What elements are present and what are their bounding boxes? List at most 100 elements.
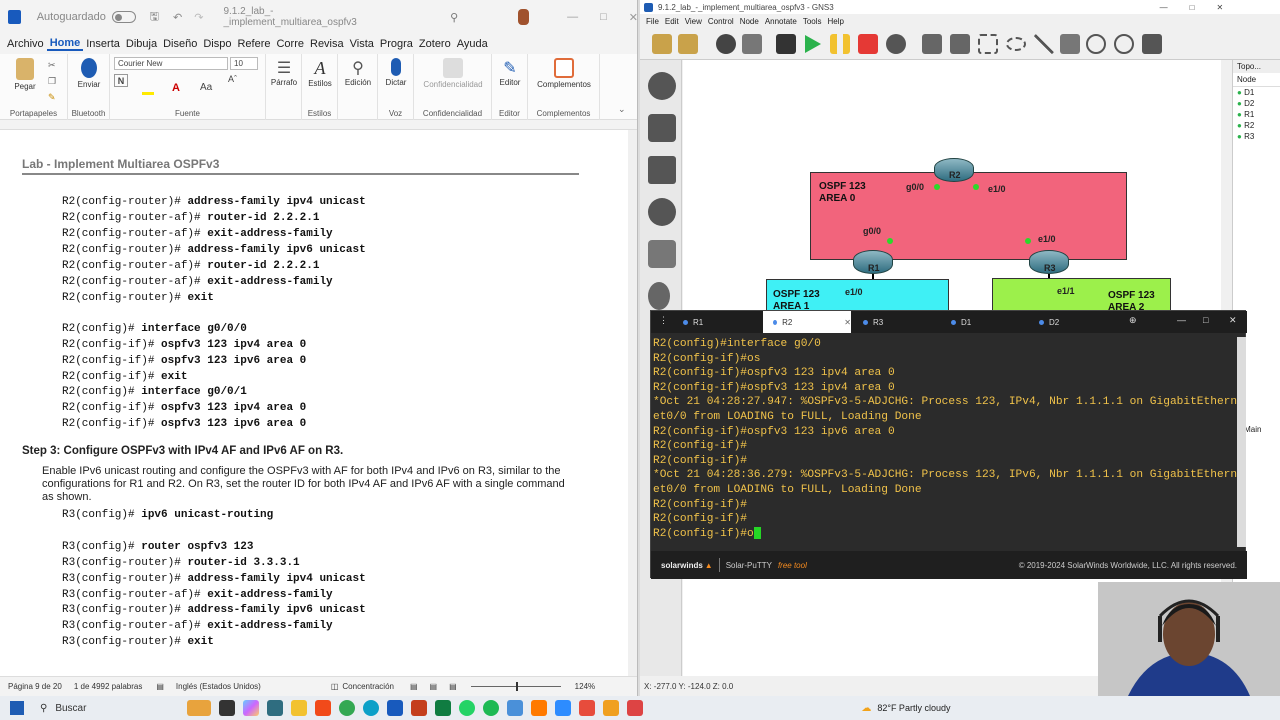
proofing-icon[interactable]: ▤ [156,682,164,691]
ribbon-collapse-icon[interactable]: ⌄ [618,104,626,115]
search-icon[interactable]: ⚲ [450,11,458,24]
snipping-tool-icon[interactable] [579,700,596,716]
search-icon[interactable]: ⚲ [40,703,47,714]
tab-disposicion[interactable]: Dispo [200,38,234,50]
tab-correspondencia[interactable]: Corre [273,38,307,50]
new-session-icon[interactable]: ⊕ [1129,315,1137,326]
styles-button[interactable]: A Estilos [304,58,336,88]
document-page[interactable]: Lab - Implement Multiarea OSPFv3 R2(conf… [0,130,628,676]
session-tab-r1[interactable]: R1 [673,311,761,333]
copy-icon[interactable]: ❐ [48,76,56,87]
snapshot-icon[interactable] [716,34,736,54]
grow-font-icon[interactable]: Aˆ [228,74,237,84]
tab-vista[interactable]: Vista [347,38,377,50]
page-count[interactable]: Página 9 de 20 [8,682,62,691]
redo-icon[interactable]: ↷ [194,11,203,24]
putty-menu-icon[interactable]: ⋮ [659,315,668,326]
end-devices-icon[interactable] [648,156,676,184]
editing-button[interactable]: ⚲ Edición [340,58,376,87]
putty-maximize-icon[interactable]: □ [1203,315,1208,325]
word-count[interactable]: 1 de 4992 palabras [74,682,143,691]
session-tab-r3[interactable]: R3 [853,311,941,333]
screenshot-icon[interactable] [1142,34,1162,54]
terminal-output[interactable]: R2(config)#interface g0/0 R2(config-if)#o… [651,337,1239,547]
tool-icon[interactable] [531,700,548,716]
security-devices-icon[interactable] [648,198,676,226]
read-mode-icon[interactable]: ▤ [410,682,418,691]
document-scrollbar[interactable] [628,130,637,676]
gns3-maximize-icon[interactable]: □ [1190,3,1195,12]
pause-icon[interactable] [830,34,850,54]
routers-icon[interactable] [648,72,676,100]
show-interface-labels-icon[interactable] [742,34,762,54]
taskbar-search-box[interactable]: Buscar [55,703,183,714]
paragraph-button[interactable]: ☰ Párrafo [268,58,300,87]
tab-home[interactable]: Home [46,37,84,51]
undo-icon[interactable]: ↶ [173,11,182,24]
change-case-icon[interactable]: Aa [200,82,212,93]
spotify-icon[interactable] [483,700,500,716]
gns3-minimize-icon[interactable]: — [1160,3,1168,12]
zoom-slider[interactable] [470,682,561,691]
cut-icon[interactable]: ✂ [48,60,56,71]
add-link-icon[interactable] [648,282,670,310]
edge-icon[interactable] [363,700,380,716]
maximize-icon[interactable]: □ [600,11,607,23]
draw-rectangle-icon[interactable] [978,34,998,54]
node-item-r3[interactable]: ● R3 [1233,131,1280,142]
tab-ayuda[interactable]: Ayuda [454,38,491,50]
focus-icon[interactable]: ◫ [331,682,339,691]
tab-zotero[interactable]: Zotero [416,38,454,50]
tab-diseno[interactable]: Diseño [160,38,200,50]
tab-archivo[interactable]: Archivo [4,38,47,50]
menu-annotate[interactable]: Annotate [765,17,797,26]
font-size-select[interactable]: 10 [230,57,258,70]
terminal-current-line[interactable]: R2(config-if)#o [653,526,1239,542]
whatsapp-icon[interactable] [459,700,476,716]
dictate-button[interactable]: Dictar [380,58,412,87]
start-icon[interactable] [805,35,821,53]
user-avatar[interactable] [518,9,530,25]
reload-icon[interactable] [886,34,906,54]
font-color-icon[interactable]: A [172,82,180,94]
bold-icon[interactable]: N [114,74,128,87]
all-devices-icon[interactable] [648,240,676,268]
gns3-close-icon[interactable]: ✕ [1217,3,1224,12]
menu-node[interactable]: Node [740,17,759,26]
send-bluetooth-button[interactable]: Enviar [74,58,104,89]
menu-edit[interactable]: Edit [665,17,679,26]
focus-button[interactable]: Concentración [342,682,394,691]
menu-control[interactable]: Control [708,17,734,26]
task-view-icon[interactable] [219,700,236,716]
app-icon[interactable] [603,700,620,716]
insert-picture-icon[interactable] [950,34,970,54]
notepad-icon[interactable] [507,700,524,716]
lock-icon[interactable] [1060,34,1080,54]
windows-start-icon[interactable] [10,701,24,715]
weather-text[interactable]: 82°F Partly cloudy [877,703,950,713]
font-name-select[interactable]: Courier New [114,57,228,70]
session-tab-d2[interactable]: D2 [1029,311,1117,333]
session-tab-r2[interactable]: R2 ✕ [763,311,851,333]
word-taskbar-icon[interactable] [387,700,404,716]
file-explorer-icon[interactable] [291,700,308,716]
search-highlight-icon[interactable] [187,700,212,716]
session-tab-d1[interactable]: D1 [941,311,1029,333]
save-icon[interactable]: 🖫 [150,8,159,27]
language-label[interactable]: Inglés (Estados Unidos) [176,682,261,691]
node-item-r1[interactable]: ● R1 [1233,109,1280,120]
area0-box[interactable]: OSPF 123 AREA 0 [810,172,1127,260]
weather-icon[interactable]: ☁ [861,703,871,714]
gns3-taskbar-icon[interactable] [267,700,284,716]
tab-revisar[interactable]: Revisa [307,38,347,50]
stop-icon[interactable] [858,34,878,54]
console-all-icon[interactable] [776,34,796,54]
tab-referencias[interactable]: Refere [234,38,273,50]
autosave-toggle[interactable] [111,11,136,23]
switches-icon[interactable] [648,114,676,142]
menu-help[interactable]: Help [828,17,844,26]
draw-ellipse-icon[interactable] [1006,37,1026,51]
menu-file[interactable]: File [646,17,659,26]
recent-folder-icon[interactable] [678,34,698,54]
zoom-app-icon[interactable] [555,700,572,716]
